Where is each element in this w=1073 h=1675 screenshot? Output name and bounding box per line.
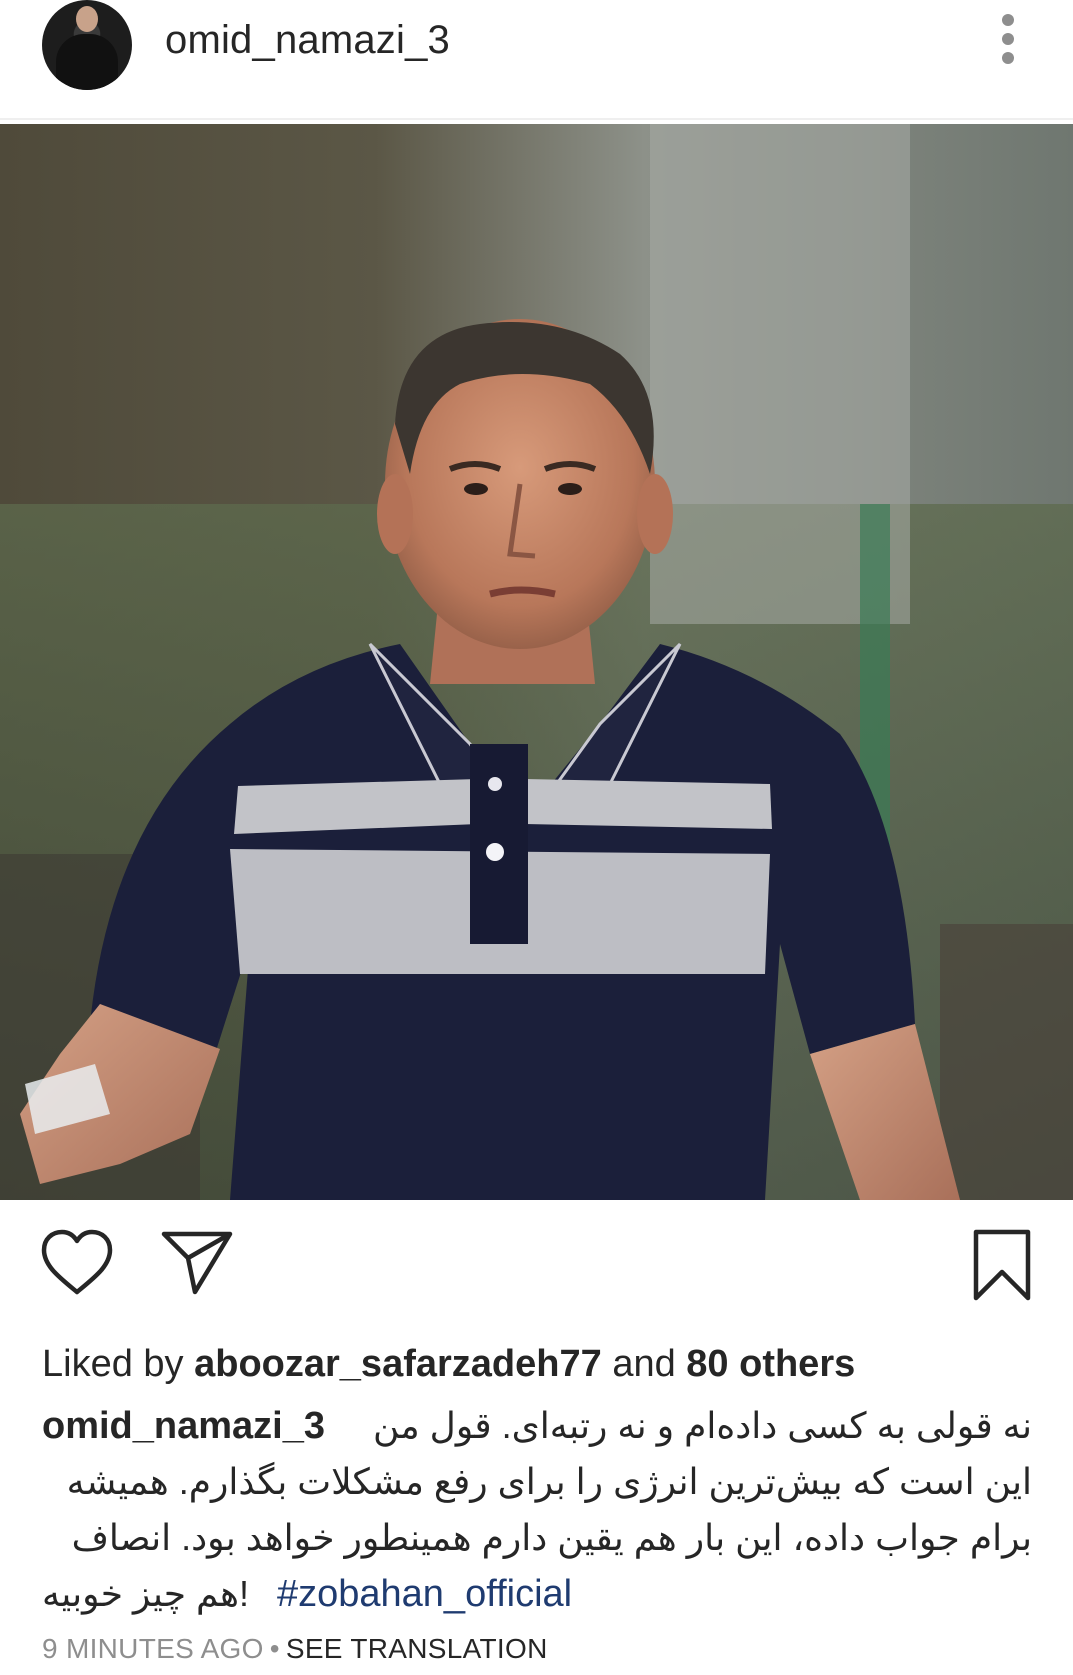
post-caption: omid_namazi_3 نه قولی به کسی داده‌ام و ن… (42, 1398, 1032, 1622)
liker-username[interactable]: aboozar_safarzadeh77 (194, 1343, 602, 1385)
likes-and: and (612, 1343, 676, 1385)
action-bar (0, 1228, 1073, 1308)
post-username[interactable]: omid_namazi_3 (165, 18, 450, 63)
caption-line-3: برام جواب داده، این بار هم یقین دارم همی… (71, 1517, 1032, 1558)
post-timestamp: 9 MINUTES AGO (42, 1633, 264, 1664)
more-options-icon[interactable] (996, 14, 1020, 70)
see-translation-link[interactable]: SEE TRANSLATION (286, 1633, 548, 1664)
share-icon[interactable] (160, 1228, 234, 1301)
avatar-body (56, 34, 118, 90)
avatar-head (76, 6, 98, 32)
caption-line-2: این است که بیش‌ترین انرژی را برای رفع مش… (66, 1461, 1032, 1502)
likes-others-count[interactable]: 80 others (686, 1343, 855, 1385)
bookmark-icon[interactable] (972, 1228, 1032, 1307)
caption-hashtag[interactable]: #zobahan_official (277, 1566, 572, 1622)
post-meta: 9 MINUTES AGO • SEE TRANSLATION (42, 1633, 548, 1665)
coach-photo (0, 124, 1073, 1200)
likes-summary: Liked by aboozar_safarzadeh77 and 80 oth… (42, 1343, 855, 1386)
heart-icon[interactable] (40, 1228, 114, 1301)
caption-line-4: !هم چیز خوبیه (42, 1573, 249, 1614)
post-header: omid_namazi_3 (0, 0, 1073, 120)
caption-username[interactable]: omid_namazi_3 (42, 1398, 325, 1454)
caption-line-1: نه قولی به کسی داده‌ام و نه رتبه‌ای. قول… (372, 1405, 1032, 1446)
likes-prefix: Liked by (42, 1343, 184, 1385)
avatar[interactable] (42, 0, 132, 90)
post-image[interactable] (0, 124, 1073, 1200)
meta-separator: • (269, 1633, 280, 1664)
